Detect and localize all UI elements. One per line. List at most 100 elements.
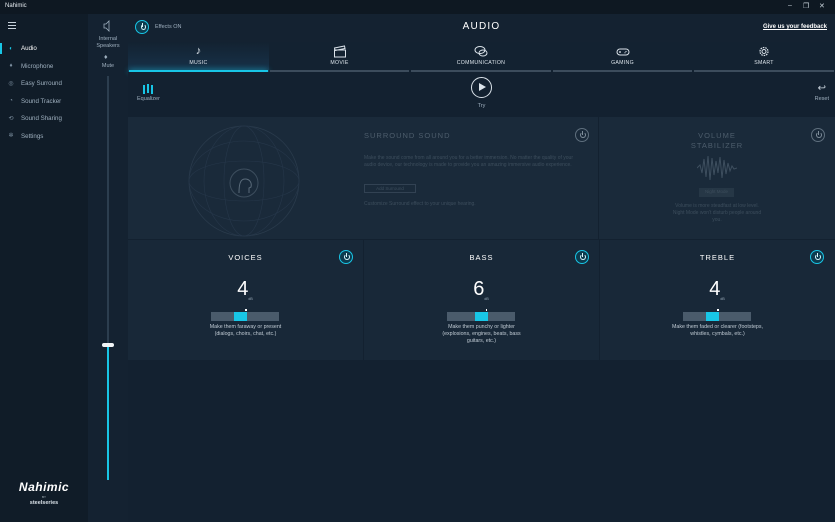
bass-description-line2: (explosions, engines, beats, bass <box>442 331 521 338</box>
treble-description-line2: whistles, cymbals, etc.) <box>690 331 745 338</box>
gamepad-icon <box>616 48 629 56</box>
sound-sharing-icon: ⟲ <box>8 115 14 122</box>
control-bar: Equalizer Try ↩ Reset <box>128 72 835 117</box>
speaker-icon[interactable] <box>102 20 114 32</box>
microphone-icon: ♦ <box>9 63 13 70</box>
mute-label: Mute <box>101 63 115 69</box>
tab-label: MUSIC <box>189 60 208 66</box>
tab-gaming[interactable]: GAMING <box>552 42 693 72</box>
equalizer-icon[interactable] <box>142 84 154 94</box>
treble-description-line1: Make them faded or clearer (footsteps, <box>672 324 763 330</box>
stabilizer-power-button[interactable] <box>811 128 825 142</box>
window-title: Nahimic <box>5 3 27 9</box>
sidebar-item-label: Sound Tracker <box>21 97 62 105</box>
sidebar-item-label: Microphone <box>21 62 54 70</box>
mute-icon[interactable]: ♦ <box>104 54 108 61</box>
brand-partner: steelseries <box>29 500 59 506</box>
page-title: AUDIO <box>462 21 501 32</box>
device-panel: Internal Speakers ♦ Mute <box>88 14 128 522</box>
sidebar-item-label: Settings <box>21 132 44 140</box>
voices-slider-fill <box>234 312 248 321</box>
stabilizer-title-line1: VOLUME <box>698 131 736 140</box>
bass-description: Make them punchy or lighter (explosions,… <box>404 324 559 346</box>
treble-slider-marker <box>717 309 719 311</box>
profile-tabs: ♪ MUSIC MOVIE COMMUNICATION GAMING SMART <box>128 42 835 72</box>
tab-music[interactable]: ♪ MUSIC <box>128 42 269 72</box>
waveform-icon <box>697 155 737 181</box>
audio-icon: ◐ <box>9 45 13 52</box>
sound-tracker-icon: ◔ <box>9 98 13 105</box>
smart-gear-icon <box>759 46 769 57</box>
main-content: Effects ON AUDIO Give us your feedback ♪… <box>128 14 835 522</box>
treble-value-unit: dB <box>720 297 725 301</box>
sidebar-item-sound-sharing[interactable]: ⟲ Sound Sharing <box>0 110 88 128</box>
bass-value: 6dB <box>466 278 496 301</box>
voices-title: VOICES <box>228 253 263 262</box>
surround-sphere-graphic <box>188 125 300 237</box>
sidebar-nav: ◐ Audio ♦ Microphone ◎ Easy Surround ◔ S… <box>0 40 88 145</box>
treble-value-number: 4 <box>709 278 721 300</box>
voices-power-button[interactable] <box>339 250 353 264</box>
bass-slider-fill <box>474 312 488 321</box>
sidebar-item-label: Easy Surround <box>21 80 62 88</box>
surround-sound-panel: SURROUND SOUND Make the sound come from … <box>128 117 598 239</box>
sidebar-item-sound-tracker[interactable]: ◔ Sound Tracker <box>0 93 88 111</box>
voices-panel: VOICES 4dB Make them faraway or present … <box>128 240 363 360</box>
surround-description: Make the sound come from all around you … <box>364 155 573 168</box>
hamburger-menu-icon[interactable] <box>8 22 16 29</box>
header: Effects ON AUDIO Give us your feedback <box>128 14 835 42</box>
brand-logo: Nahimic BY steelseries <box>16 480 72 506</box>
reset-label: Reset <box>814 96 829 102</box>
tab-communication[interactable]: COMMUNICATION <box>410 42 552 72</box>
treble-power-button[interactable] <box>810 250 824 264</box>
bass-value-number: 6 <box>473 278 485 300</box>
stabilizer-description: Volume is more steadfast at low level. N… <box>672 203 762 223</box>
surround-customize-text: Customize Surround effect to your unique… <box>364 201 476 207</box>
feedback-link[interactable]: Give us your feedback <box>763 24 827 30</box>
add-surround-button[interactable]: Add Surround <box>364 184 416 193</box>
sidebar-item-easy-surround[interactable]: ◎ Easy Surround <box>0 75 88 93</box>
brand-name: Nahimic <box>18 480 70 494</box>
voices-slider[interactable] <box>211 309 279 321</box>
treble-slider[interactable] <box>683 309 751 321</box>
volume-stabilizer-panel: VOLUME STABILIZER Night Mode Volume is m… <box>599 117 835 239</box>
night-mode-button[interactable]: Night Mode <box>699 188 734 197</box>
bass-power-button[interactable] <box>575 250 589 264</box>
tab-movie[interactable]: MOVIE <box>269 42 410 72</box>
brand-by: BY <box>41 495 46 499</box>
minimize-button[interactable]: – <box>788 2 792 9</box>
stabilizer-title: VOLUME STABILIZER <box>599 131 835 151</box>
maximize-button[interactable]: ❐ <box>803 2 809 10</box>
voices-value-number: 4 <box>237 278 249 300</box>
surround-power-button[interactable] <box>575 128 589 142</box>
sidebar-item-label: Audio <box>21 45 37 53</box>
surround-title: SURROUND SOUND <box>364 131 451 140</box>
device-name: Internal Speakers <box>96 36 120 49</box>
music-note-icon: ♪ <box>195 45 202 57</box>
treble-description: Make them faded or clearer (footsteps, w… <box>630 324 805 338</box>
treble-panel: TREBLE 4dB Make them faded or clearer (f… <box>600 240 835 360</box>
bass-title: BASS <box>469 253 494 262</box>
tab-label: MOVIE <box>330 60 349 66</box>
volume-slider-handle[interactable] <box>102 342 114 347</box>
tab-label: GAMING <box>611 60 634 66</box>
tab-label: SMART <box>754 60 774 66</box>
bass-slider[interactable] <box>447 309 515 321</box>
bass-description-line3: guitars, etc.) <box>466 338 497 345</box>
treble-value: 4dB <box>702 278 732 301</box>
stabilizer-title-line2: STABILIZER <box>690 141 744 150</box>
app-window: Nahimic – ❐ ✕ ◐ Audio ♦ Microphone ◎ Eas… <box>0 0 835 522</box>
sidebar-item-microphone[interactable]: ♦ Microphone <box>0 58 88 76</box>
title-bar: Nahimic – ❐ ✕ <box>0 0 835 14</box>
voices-value-unit: dB <box>248 297 253 301</box>
sidebar-item-audio[interactable]: ◐ Audio <box>0 40 88 58</box>
bass-description-line1: Make them punchy or lighter <box>448 324 515 330</box>
close-button[interactable]: ✕ <box>819 2 825 10</box>
voices-value: 4dB <box>230 278 260 301</box>
sidebar-item-settings[interactable]: ✲ Settings <box>0 128 88 146</box>
play-icon[interactable] <box>471 77 492 98</box>
voices-slider-marker <box>245 309 247 311</box>
tab-smart[interactable]: SMART <box>693 42 835 72</box>
reset-icon[interactable]: ↩ <box>818 83 826 94</box>
bass-panel: BASS 6dB Make them punchy or lighter (ex… <box>364 240 599 360</box>
